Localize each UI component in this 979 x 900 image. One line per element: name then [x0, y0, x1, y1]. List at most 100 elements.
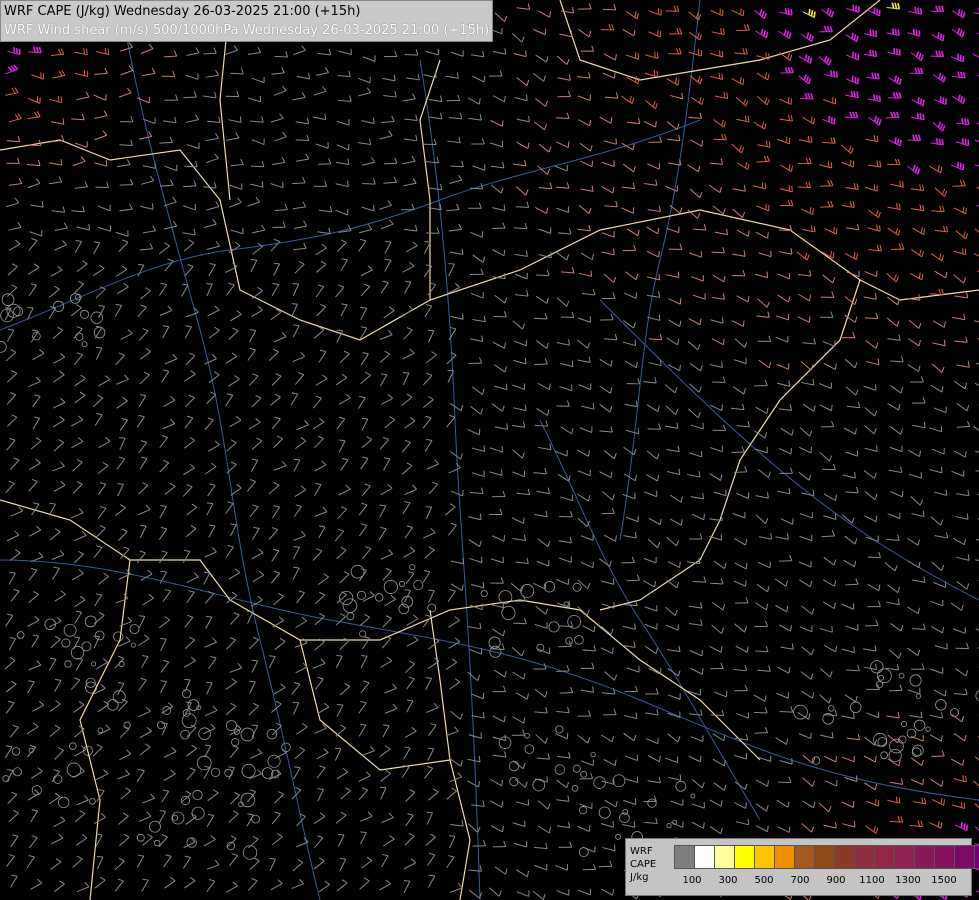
wind-barb [952, 627, 966, 634]
wind-barb [625, 515, 639, 523]
wind-barb [796, 251, 810, 261]
wind-barb [293, 766, 301, 780]
wind-barb [450, 583, 464, 592]
wind-barb [577, 72, 591, 79]
wind-barb [423, 527, 436, 539]
wind-barb [137, 263, 145, 277]
wind-barb [471, 138, 485, 145]
wind-barb [98, 225, 112, 232]
wind-barb [339, 683, 351, 696]
wind-barb [72, 156, 86, 167]
wind-barb [492, 204, 506, 212]
wind-barb [667, 645, 681, 653]
wind-barb [580, 686, 595, 693]
wind-barb [10, 834, 19, 848]
wind-barb [445, 72, 459, 79]
wind-barb [887, 584, 901, 594]
wind-barb [467, 97, 481, 105]
wind-barb [380, 769, 392, 782]
wind-barb [427, 874, 436, 888]
wind-barb [162, 325, 170, 339]
wind-barb [623, 446, 637, 456]
contour-ring [61, 638, 71, 648]
wind-barb [714, 228, 728, 236]
country-border [0, 139, 979, 341]
wind-barb [623, 798, 637, 805]
contour-ring [554, 764, 566, 775]
wind-barb [887, 334, 901, 341]
wind-barb [798, 732, 812, 740]
wind-barb [182, 228, 196, 236]
wind-barb [28, 238, 38, 251]
contour-ring [950, 708, 960, 717]
wind-barb [98, 437, 111, 449]
wind-barb [291, 681, 301, 695]
wind-barb [292, 283, 300, 297]
wind-barb [159, 282, 167, 296]
cape-legend: WRF CAPE J/kg 100 300 500 700 900 1100 1300 150… [625, 838, 979, 896]
wind-barb [403, 327, 413, 340]
wind-barb [184, 436, 196, 449]
wind-barb [602, 844, 616, 852]
wind-barb [973, 780, 979, 787]
wind-barb [468, 732, 482, 739]
wind-barb [890, 180, 904, 188]
wind-barb [845, 51, 860, 61]
wind-barb [644, 605, 658, 612]
wind-barb [428, 95, 443, 103]
wind-barb [8, 239, 21, 251]
wind-barb [164, 258, 174, 272]
wind-barb [250, 160, 265, 168]
wind-barb [270, 181, 284, 189]
wind-barb [537, 800, 551, 810]
wind-barb [735, 645, 749, 653]
wind-barb [404, 589, 411, 603]
wind-barb [626, 574, 640, 582]
wind-barb [468, 513, 482, 521]
wind-barb [225, 678, 237, 690]
wind-barb [120, 65, 134, 76]
contour-ring [574, 635, 584, 645]
wind-barb [975, 450, 979, 453]
wind-barb [160, 179, 174, 187]
wind-barb [560, 360, 574, 368]
wind-barb [930, 288, 944, 296]
wind-barb [753, 694, 767, 702]
wind-barb [778, 624, 792, 632]
wind-barb [822, 463, 836, 471]
wind-barb [50, 48, 65, 56]
wind-barb [907, 647, 921, 657]
wind-barb [780, 66, 795, 74]
wind-barb [230, 791, 241, 805]
legend-swatch [794, 845, 815, 869]
wind-barb [889, 816, 904, 823]
wind-barb [733, 580, 747, 587]
contour-ring [548, 621, 560, 633]
wind-barb [142, 162, 157, 169]
wind-barb [690, 96, 704, 105]
wind-barb [823, 822, 837, 829]
wind-barb [732, 250, 746, 257]
wind-barb [26, 855, 35, 869]
wind-barb [512, 716, 526, 724]
wind-barb [9, 724, 19, 738]
wind-barb [404, 726, 417, 738]
wind-barb [29, 230, 43, 237]
wind-barb [250, 259, 258, 273]
wind-barb [577, 469, 591, 477]
wind-barb [647, 205, 662, 213]
wind-barb [558, 536, 572, 544]
wind-barb [181, 283, 189, 297]
wind-barb [52, 461, 65, 472]
wind-barb [404, 114, 418, 121]
wind-barb [757, 469, 771, 478]
wind-barb [868, 244, 882, 252]
legend-swatch [914, 845, 935, 869]
wind-barb [160, 680, 167, 694]
wind-barb [910, 376, 924, 383]
wind-barb [362, 546, 372, 559]
wind-barb [623, 531, 637, 539]
wind-barb [731, 77, 745, 86]
wind-barb [184, 263, 194, 277]
wind-barb [953, 775, 967, 783]
